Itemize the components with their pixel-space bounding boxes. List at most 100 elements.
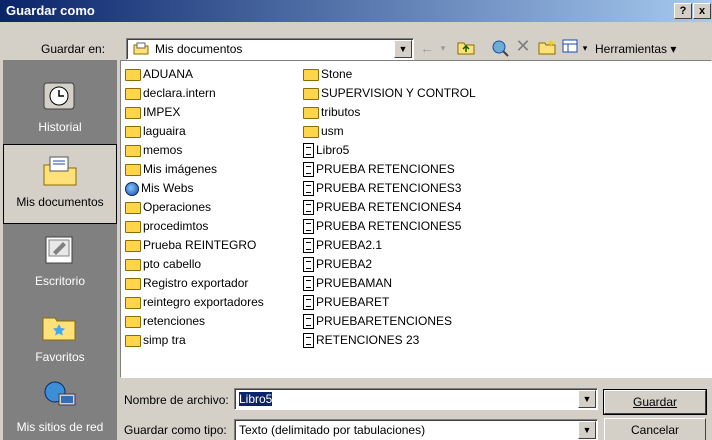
list-item-name: SUPERVISION Y CONTROL xyxy=(321,86,476,100)
list-item[interactable]: PRUEBA RETENCIONES5 xyxy=(303,217,461,235)
folder-icon xyxy=(125,334,141,347)
back-dropdown-icon[interactable]: ▾ xyxy=(438,39,448,57)
list-item-name: simp tra xyxy=(143,333,186,347)
views-dropdown-icon[interactable]: ▾ xyxy=(580,39,590,57)
title-bar[interactable]: Guardar como ? x xyxy=(0,0,712,22)
file-list[interactable]: ADUANA declara.intern IMPEX laguaira memos Mi… xyxy=(120,60,712,378)
folder-icon xyxy=(125,277,141,290)
filetype-dropdown[interactable]: Texto (delimitado por tabulaciones) ▼ xyxy=(234,419,598,440)
filename-value: Libro5 xyxy=(239,392,273,406)
list-item[interactable]: SUPERVISION Y CONTROL xyxy=(303,84,476,102)
my-documents-folder-icon xyxy=(42,155,78,187)
list-item-name: declara.intern xyxy=(143,86,216,100)
list-item-name: reintegro exportadores xyxy=(143,295,264,309)
list-item[interactable]: reintegro exportadores xyxy=(125,293,264,311)
up-folder-icon[interactable] xyxy=(456,39,476,59)
folder-icon xyxy=(303,106,319,119)
views-icon[interactable] xyxy=(561,39,579,57)
list-item[interactable]: Mis imágenes xyxy=(125,160,217,178)
list-item[interactable]: memos xyxy=(125,141,182,159)
close-button[interactable]: x xyxy=(693,3,711,19)
chevron-down-icon[interactable]: ▼ xyxy=(394,40,412,58)
list-item[interactable]: Mis Webs xyxy=(125,179,193,197)
list-item[interactable]: PRUEBA2 xyxy=(303,255,372,273)
save-as-dialog: Guardar como ? x Guardar en: Mis documen… xyxy=(0,0,712,440)
document-icon xyxy=(303,200,314,216)
document-icon xyxy=(303,333,314,349)
list-item[interactable]: Prueba REINTEGRO xyxy=(125,236,256,254)
folder-icon xyxy=(125,144,141,157)
list-item[interactable]: usm xyxy=(303,122,344,140)
place-my-documents[interactable]: Mis documentos xyxy=(3,144,117,224)
folder-icon xyxy=(125,296,141,309)
folder-icon xyxy=(303,87,319,100)
folder-icon xyxy=(303,68,319,81)
place-desktop[interactable]: Escritorio xyxy=(3,224,117,304)
list-item[interactable]: PRUEBARET xyxy=(303,293,389,311)
document-icon xyxy=(303,162,314,178)
search-web-icon[interactable] xyxy=(490,39,510,61)
list-item[interactable]: PRUEBA RETENCIONES3 xyxy=(303,179,461,197)
folder-icon xyxy=(125,201,141,214)
document-icon xyxy=(303,276,314,292)
list-item-name: memos xyxy=(143,143,183,157)
history-icon xyxy=(41,80,77,112)
place-label: Historial xyxy=(38,120,82,134)
list-item-name: PRUEBA2 xyxy=(316,257,373,271)
list-item-name: Mis imágenes xyxy=(143,162,218,176)
list-item-name: ADUANA xyxy=(143,67,194,81)
folder-icon xyxy=(125,258,141,271)
list-item[interactable]: pto cabello xyxy=(125,255,201,273)
list-item[interactable]: declara.intern xyxy=(125,84,216,102)
cancel-button[interactable]: Cancelar xyxy=(604,418,706,440)
document-icon xyxy=(303,295,314,311)
filetype-label: Guardar como tipo: xyxy=(124,423,227,437)
list-item[interactable]: PRUEBAMAN xyxy=(303,274,392,292)
document-icon xyxy=(303,181,314,197)
folder-icon xyxy=(125,125,141,138)
list-item[interactable]: laguaira xyxy=(125,122,186,140)
delete-icon[interactable]: ✕ xyxy=(513,37,533,55)
save-in-dropdown[interactable]: Mis documentos ▼ xyxy=(126,38,414,60)
list-item-name: Mis Webs xyxy=(141,181,194,195)
place-label: Escritorio xyxy=(34,274,85,288)
folder-icon xyxy=(125,220,141,233)
list-item[interactable]: PRUEBA RETENCIONES xyxy=(303,160,455,178)
list-item[interactable]: IMPEX xyxy=(125,103,180,121)
help-button[interactable]: ? xyxy=(674,3,692,19)
folder-icon xyxy=(125,87,141,100)
list-item[interactable]: RETENCIONES 23 xyxy=(303,331,419,349)
save-button[interactable]: Guardar xyxy=(603,389,707,415)
list-item[interactable]: ADUANA xyxy=(125,65,193,83)
chevron-down-icon[interactable]: ▼ xyxy=(578,421,596,439)
my-documents-small-icon xyxy=(133,42,149,55)
folder-icon xyxy=(125,239,141,252)
tools-menu[interactable]: Herramientas ▾ xyxy=(595,42,676,56)
list-item[interactable]: PRUEBARETENCIONES xyxy=(303,312,452,330)
list-item[interactable]: retenciones xyxy=(125,312,205,330)
list-item[interactable]: Libro5 xyxy=(303,141,349,159)
document-icon xyxy=(303,143,314,159)
back-arrow-icon[interactable]: ← xyxy=(418,39,436,57)
list-item-name: Operaciones xyxy=(143,200,212,214)
document-icon xyxy=(303,257,314,273)
favorites-folder-icon xyxy=(41,310,77,342)
place-network[interactable]: Mis sitios de red xyxy=(3,370,117,440)
list-item[interactable]: simp tra xyxy=(125,331,186,349)
list-item[interactable]: tributos xyxy=(303,103,360,121)
list-item[interactable]: Registro exportador xyxy=(125,274,248,292)
list-item[interactable]: PRUEBA2.1 xyxy=(303,236,382,254)
list-item[interactable]: PRUEBA RETENCIONES4 xyxy=(303,198,461,216)
place-favorites[interactable]: Favoritos xyxy=(3,300,117,380)
list-item-name: PRUEBA RETENCIONES3 xyxy=(316,181,462,195)
list-item[interactable]: procedimtos xyxy=(125,217,208,235)
list-item[interactable]: Operaciones xyxy=(125,198,211,216)
new-folder-icon[interactable] xyxy=(537,39,557,59)
chevron-down-icon[interactable]: ▼ xyxy=(578,390,596,408)
place-label: Mis documentos xyxy=(16,195,104,209)
save-in-label: Guardar en: xyxy=(41,42,106,56)
folder-icon xyxy=(125,68,141,81)
place-history[interactable]: Historial xyxy=(3,70,117,150)
filename-input[interactable]: Libro5 ▼ xyxy=(234,388,598,410)
list-item[interactable]: Stone xyxy=(303,65,352,83)
